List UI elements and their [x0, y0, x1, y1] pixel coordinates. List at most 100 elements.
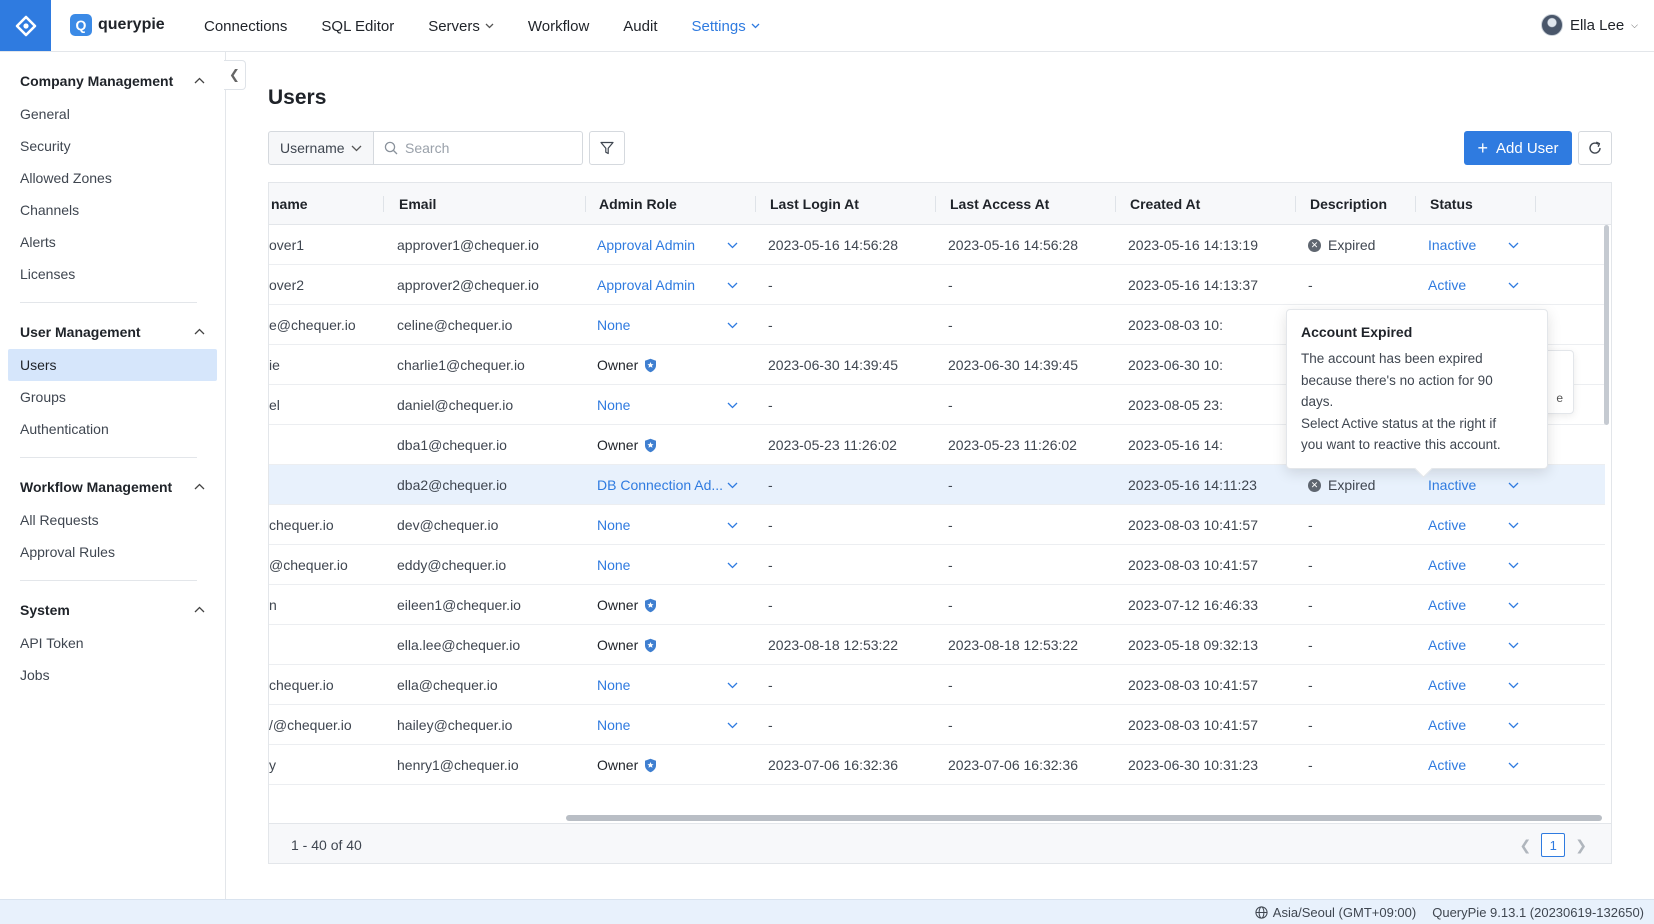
horizontal-scrollbar[interactable]: [566, 815, 1602, 821]
nav-workflow[interactable]: Workflow: [511, 18, 606, 35]
chevron-down-icon[interactable]: [1508, 705, 1519, 745]
cell-status[interactable]: Inactive: [1428, 465, 1508, 505]
column-header-admin-role[interactable]: Admin Role: [597, 183, 677, 225]
table-row[interactable]: over1 approver1@chequer.io Approval Admin 2…: [269, 225, 1605, 265]
sidebar-section-header[interactable]: User Management: [8, 315, 217, 349]
chevron-down-icon[interactable]: [727, 225, 738, 265]
search-input[interactable]: [405, 140, 575, 156]
sidebar-item-allowed-zones[interactable]: Allowed Zones: [8, 162, 217, 194]
cell-status[interactable]: Active: [1428, 505, 1508, 545]
column-divider[interactable]: [935, 196, 936, 212]
nav-connections[interactable]: Connections: [187, 18, 304, 35]
cell-status[interactable]: Active: [1428, 625, 1508, 665]
sidebar-item-channels[interactable]: Channels: [8, 194, 217, 226]
cell-status[interactable]: Active: [1428, 705, 1508, 745]
chevron-down-icon[interactable]: [1508, 465, 1519, 505]
nav-sql-editor[interactable]: SQL Editor: [304, 18, 411, 35]
chevron-down-icon[interactable]: [727, 505, 738, 545]
chevron-down-icon[interactable]: [1508, 505, 1519, 545]
sidebar-item-approval-rules[interactable]: Approval Rules: [8, 536, 217, 568]
column-header-created-at[interactable]: Created At: [1128, 183, 1200, 225]
cell-admin-role[interactable]: None: [597, 505, 729, 545]
table-row[interactable]: y henry1@chequer.io Owner 2023-07-06 16:32:…: [269, 745, 1605, 785]
cell-admin-role[interactable]: None: [597, 385, 729, 425]
cell-description[interactable]: ✕ Expired: [1308, 465, 1418, 505]
column-divider[interactable]: [755, 196, 756, 212]
cell-admin-role[interactable]: Approval Admin: [597, 265, 729, 305]
column-header-status[interactable]: Status: [1428, 183, 1473, 225]
chevron-down-icon[interactable]: [727, 705, 738, 745]
prev-page-button[interactable]: ❮: [1520, 837, 1532, 854]
next-page-button[interactable]: ❯: [1575, 837, 1587, 854]
column-header-last-access-at[interactable]: Last Access At: [948, 183, 1049, 225]
sidebar-item-groups[interactable]: Groups: [8, 381, 217, 413]
column-header-description[interactable]: Description: [1308, 183, 1387, 225]
cell-admin-role[interactable]: None: [597, 705, 729, 745]
cell-status[interactable]: Active: [1428, 745, 1508, 785]
sidebar-section-header[interactable]: System: [8, 593, 217, 627]
column-divider[interactable]: [1535, 196, 1536, 212]
sidebar-item-users[interactable]: Users: [8, 349, 217, 381]
chevron-down-icon[interactable]: [1508, 585, 1519, 625]
chevron-down-icon[interactable]: [1508, 625, 1519, 665]
chevron-down-icon[interactable]: [727, 665, 738, 705]
home-button[interactable]: [0, 0, 51, 51]
table-row[interactable]: n eileen1@chequer.io Owner - - 2023-07-12 16:…: [269, 585, 1605, 625]
column-header-email[interactable]: Email: [397, 183, 436, 225]
table-row[interactable]: chequer.io ella@chequer.io None - - 2023-08-0…: [269, 665, 1605, 705]
chevron-down-icon[interactable]: [1508, 225, 1519, 265]
sidebar-item-api-token[interactable]: API Token: [8, 627, 217, 659]
search-field-select[interactable]: Username: [268, 131, 374, 165]
page-number[interactable]: 1: [1541, 833, 1566, 857]
cell-admin-role[interactable]: DB Connection Ad...: [597, 465, 729, 505]
column-divider[interactable]: [383, 196, 384, 212]
sidebar-section-header[interactable]: Company Management: [8, 64, 217, 98]
column-header-last-login-at[interactable]: Last Login At: [768, 183, 859, 225]
timezone[interactable]: Asia/Seoul (GMT+09:00): [1255, 905, 1416, 920]
chevron-down-icon[interactable]: [727, 465, 738, 505]
sidebar-item-authentication[interactable]: Authentication: [8, 413, 217, 445]
nav-settings[interactable]: Settings: [675, 18, 777, 35]
sidebar-item-alerts[interactable]: Alerts: [8, 226, 217, 258]
chevron-down-icon[interactable]: [727, 385, 738, 425]
cell-admin-role[interactable]: Approval Admin: [597, 225, 729, 265]
chevron-down-icon[interactable]: [1508, 265, 1519, 305]
app-logo[interactable]: Q querypie: [70, 14, 165, 36]
table-row[interactable]: over2 approver2@chequer.io Approval Admin -…: [269, 265, 1605, 305]
filter-button[interactable]: [589, 131, 625, 165]
chevron-down-icon[interactable]: [1508, 745, 1519, 785]
column-divider[interactable]: [585, 196, 586, 212]
cell-admin-role[interactable]: None: [597, 665, 729, 705]
user-menu[interactable]: Ella Lee ⌵: [1540, 14, 1638, 36]
sidebar-item-general[interactable]: General: [8, 98, 217, 130]
chevron-down-icon[interactable]: [727, 545, 738, 585]
sidebar-section-header[interactable]: Workflow Management: [8, 470, 217, 504]
refresh-button[interactable]: [1578, 131, 1612, 165]
cell-description[interactable]: ✕ Expired: [1308, 225, 1418, 265]
sidebar-item-security[interactable]: Security: [8, 130, 217, 162]
column-header-name[interactable]: name: [269, 183, 308, 225]
chevron-down-icon[interactable]: [727, 305, 738, 345]
column-divider[interactable]: [1415, 196, 1416, 212]
cell-admin-role[interactable]: None: [597, 305, 729, 345]
sidebar-item-all-requests[interactable]: All Requests: [8, 504, 217, 536]
table-row[interactable]: /@chequer.io hailey@chequer.io None - - 2023-…: [269, 705, 1605, 745]
sidebar-item-jobs[interactable]: Jobs: [8, 659, 217, 691]
vertical-scrollbar[interactable]: [1604, 225, 1609, 425]
table-row[interactable]: dba2@chequer.io DB Connection Ad... - - 2023…: [269, 465, 1605, 505]
cell-admin-role[interactable]: None: [597, 545, 729, 585]
cell-status[interactable]: Active: [1428, 265, 1508, 305]
cell-status[interactable]: Inactive: [1428, 225, 1508, 265]
cell-status[interactable]: Active: [1428, 545, 1508, 585]
nav-audit[interactable]: Audit: [606, 18, 674, 35]
cell-status[interactable]: Active: [1428, 665, 1508, 705]
nav-servers[interactable]: Servers: [411, 18, 511, 35]
chevron-down-icon[interactable]: [1508, 665, 1519, 705]
table-row[interactable]: ella.lee@chequer.io Owner 2023-08-18 12:53…: [269, 625, 1605, 665]
cell-status[interactable]: Active: [1428, 585, 1508, 625]
chevron-down-icon[interactable]: [1508, 545, 1519, 585]
add-user-button[interactable]: + Add User: [1464, 131, 1572, 165]
sidebar-item-licenses[interactable]: Licenses: [8, 258, 217, 290]
chevron-down-icon[interactable]: [727, 265, 738, 305]
table-row[interactable]: @chequer.io eddy@chequer.io None - - 2023-08-…: [269, 545, 1605, 585]
